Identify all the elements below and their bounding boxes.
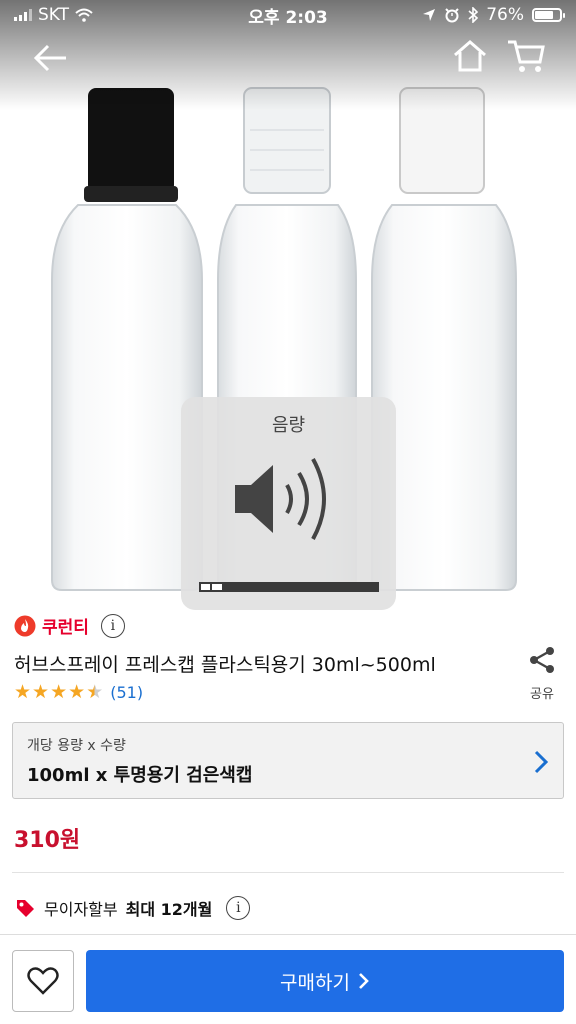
option-label: 개당 용량 x 수량: [27, 738, 126, 754]
alarm-icon: [445, 8, 459, 23]
volume-title: 음량: [271, 415, 306, 436]
installment-row[interactable]: 무이자할부 최대 12개월 i: [14, 896, 251, 920]
wifi-icon: [75, 8, 93, 22]
divider: [12, 872, 564, 873]
status-bar: SKT 오후 2:03 76%: [0, 0, 576, 30]
bottom-action-bar: 구매하기: [0, 934, 576, 1024]
volume-hud: 음량: [181, 397, 396, 610]
share-icon: [530, 647, 554, 673]
cart-icon[interactable]: [506, 38, 546, 74]
buy-label: 구매하기: [280, 971, 350, 994]
volume-level-bar: [199, 582, 379, 592]
product-title: 허브스프레이 프레스캡 플라스틱용기 30ml~500ml: [14, 654, 436, 676]
star-icon: ★: [14, 681, 32, 703]
info-icon[interactable]: i: [226, 896, 251, 920]
chevron-right-icon: [534, 750, 549, 774]
rating-row[interactable]: ★ ★ ★ ★ ★ (51): [14, 681, 143, 703]
price: 310원: [14, 828, 81, 853]
star-icon: ★: [50, 681, 68, 703]
half-star-icon: ★: [86, 681, 104, 703]
star-icon: ★: [68, 681, 86, 703]
installment-highlight: 최대 12개월: [125, 900, 213, 919]
battery-icon: [532, 8, 565, 22]
back-arrow-icon[interactable]: [30, 38, 70, 78]
signal-icon: [14, 9, 32, 21]
battery-percent: 76%: [486, 5, 524, 25]
option-selector[interactable]: 개당 용량 x 수량 100ml x 투명용기 검은색캡: [12, 722, 564, 799]
heart-icon: [27, 967, 59, 995]
wishlist-button[interactable]: [12, 950, 74, 1012]
brand-row[interactable]: 쿠런티 i: [14, 613, 125, 638]
info-icon[interactable]: i: [100, 613, 125, 638]
location-icon: [423, 9, 436, 21]
tag-icon: [17, 900, 34, 917]
brand-name[interactable]: 쿠런티: [42, 613, 89, 638]
bottle-black-cap: [51, 88, 203, 591]
home-icon[interactable]: [452, 38, 488, 74]
buy-button[interactable]: 구매하기: [86, 950, 564, 1012]
share-button[interactable]: 공유: [524, 645, 560, 702]
installment-prefix: 무이자할부: [44, 900, 118, 919]
flame-badge-icon: [14, 615, 36, 636]
chevron-right-icon: [359, 973, 369, 989]
speaker-volume-icon: [235, 458, 326, 540]
bluetooth-icon: [468, 7, 479, 23]
share-label: 공유: [530, 687, 554, 702]
carrier-label: SKT: [38, 5, 70, 25]
star-icon: ★: [32, 681, 50, 703]
review-count[interactable]: (51): [110, 683, 143, 702]
option-value: 100ml x 투명용기 검은색캡: [27, 765, 253, 786]
